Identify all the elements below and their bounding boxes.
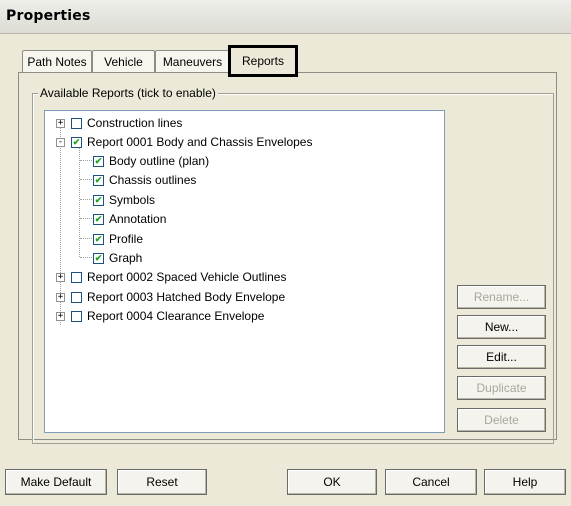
tree-item-label: Body outline (plan) [109,154,210,168]
help-button[interactable]: Help [484,469,566,495]
checkbox-checked[interactable]: ✔ [93,175,104,186]
window-title: Properties [6,8,91,24]
ok-button[interactable]: OK [287,469,377,495]
cancel-button[interactable]: Cancel [385,469,477,495]
checkbox-checked[interactable]: ✔ [93,214,104,225]
tree-item-report-0004[interactable]: + Report 0004 Clearance Envelope [45,307,425,325]
tab-vehicle[interactable]: Vehicle [92,50,155,72]
tree-item-report-0003[interactable]: + Report 0003 Hatched Body Envelope [45,288,425,306]
new-button[interactable]: New... [457,315,546,339]
checkbox[interactable] [71,272,82,283]
checkbox[interactable] [71,311,82,322]
duplicate-button[interactable]: Duplicate [457,376,546,400]
make-default-button[interactable]: Make Default [5,469,107,495]
checkbox-checked[interactable]: ✔ [93,234,104,245]
tree-item-annotation[interactable]: ✔ Annotation [45,210,425,228]
tree-item-label: Chassis outlines [109,173,197,187]
tree-item-label: Profile [109,232,144,246]
tree-item-label: Report 0001 Body and Chassis Envelopes [87,135,313,149]
tree-item-label: Construction lines [87,116,183,130]
tree-item-chassis-outlines[interactable]: ✔ Chassis outlines [45,171,425,189]
delete-button[interactable]: Delete [457,408,546,432]
tree-item-report-0002[interactable]: + Report 0002 Spaced Vehicle Outlines [45,268,425,286]
tree-item-label: Report 0002 Spaced Vehicle Outlines [87,270,287,284]
checkbox-checked[interactable]: ✔ [93,253,104,264]
group-legend: Available Reports (tick to enable) [38,86,218,100]
tree-item-label: Graph [109,251,143,265]
tab-path-notes[interactable]: Path Notes [22,50,92,72]
checkbox[interactable] [71,292,82,303]
tree-item-profile[interactable]: ✔ Profile [45,230,425,248]
tree-item-label: Report 0003 Hatched Body Envelope [87,290,286,304]
expand-icon[interactable]: + [56,119,65,128]
tree-item-symbols[interactable]: ✔ Symbols [45,191,425,209]
edit-button[interactable]: Edit... [457,345,546,369]
rename-button[interactable]: Rename... [457,285,546,309]
tree-item-report-0001[interactable]: - ✔ Report 0001 Body and Chassis Envelop… [45,133,425,151]
checkbox-checked[interactable]: ✔ [93,156,104,167]
tab-maneuvers[interactable]: Maneuvers [155,50,230,72]
collapse-icon[interactable]: - [56,138,65,147]
expand-icon[interactable]: + [56,293,65,302]
expand-icon[interactable]: + [56,312,65,321]
reset-button[interactable]: Reset [117,469,207,495]
tree-item-construction-lines[interactable]: + Construction lines [45,114,425,132]
tree-item-label: Report 0004 Clearance Envelope [87,309,265,323]
tree-item-label: Symbols [109,193,156,207]
tree-item-label: Annotation [109,212,167,226]
checkbox[interactable] [71,118,82,129]
tree-item-body-outline[interactable]: ✔ Body outline (plan) [45,152,425,170]
tab-reports[interactable]: Reports [228,45,298,77]
tree-item-graph[interactable]: ✔ Graph [45,249,425,267]
title-bar[interactable]: Properties [0,0,571,34]
reports-tree[interactable]: + Construction lines - ✔ Report 0001 Bod… [44,110,445,433]
checkbox-checked[interactable]: ✔ [93,195,104,206]
expand-icon[interactable]: + [56,273,65,282]
checkbox-checked[interactable]: ✔ [71,137,82,148]
